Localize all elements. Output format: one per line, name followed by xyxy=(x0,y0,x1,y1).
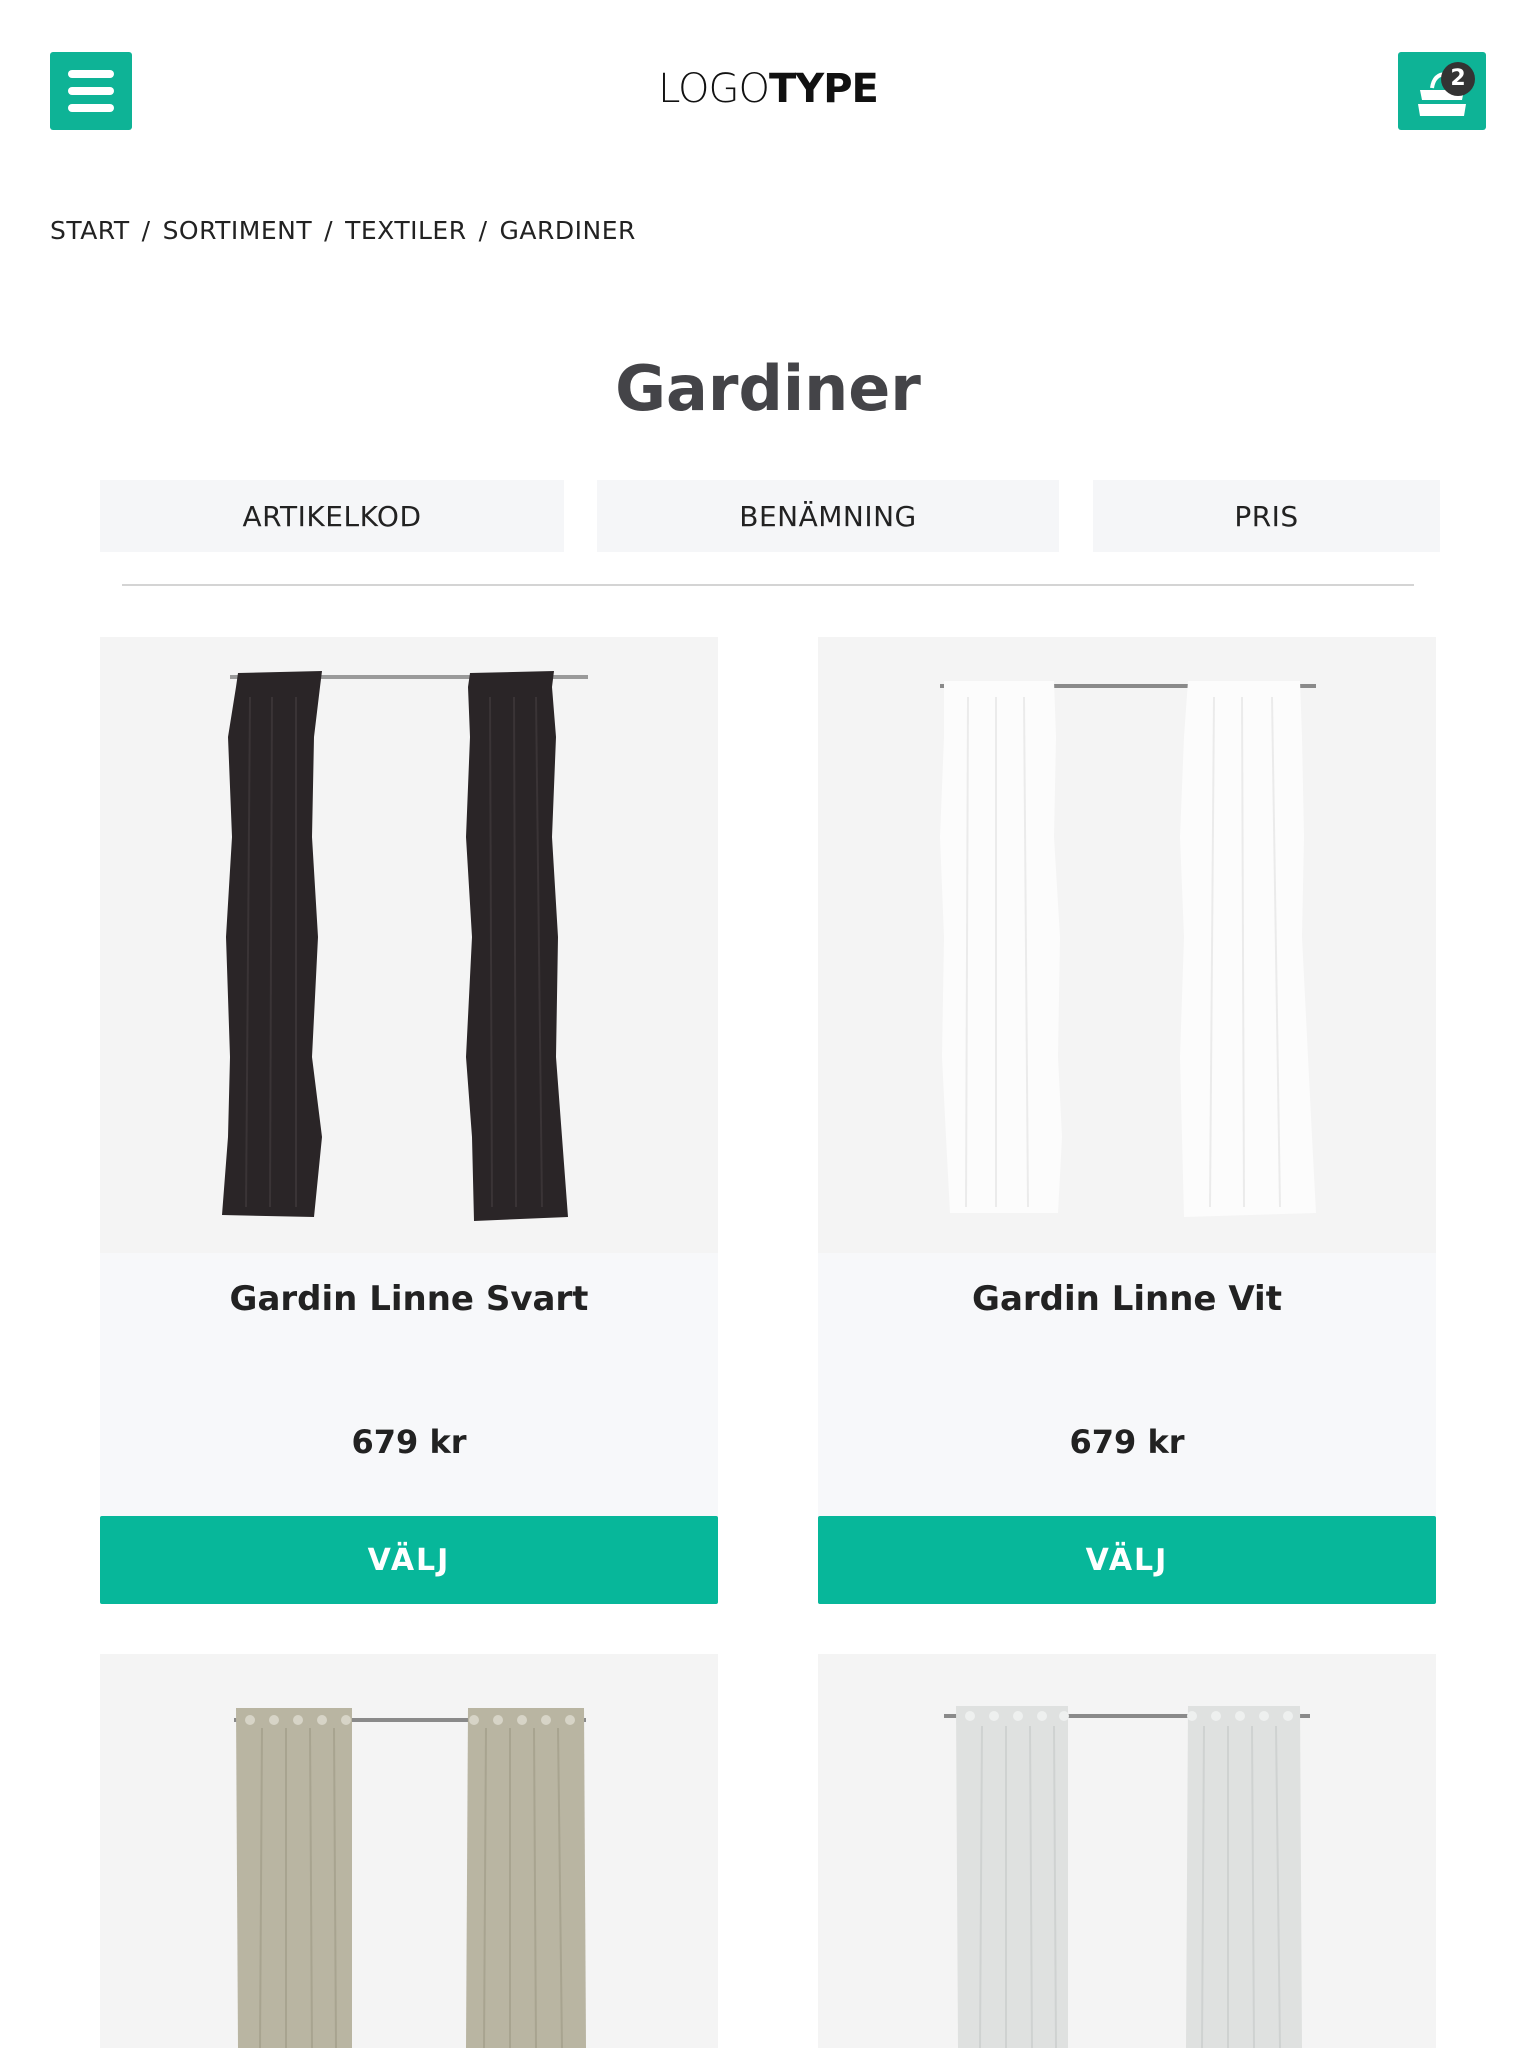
breadcrumb-textiler[interactable]: TEXTILER xyxy=(345,216,467,245)
logo-text-light: LOGO xyxy=(658,66,770,112)
logo-text-bold: TYPE xyxy=(768,66,879,112)
breadcrumb-start[interactable]: START xyxy=(50,216,130,245)
product-image-beige-eyelet-curtain[interactable] xyxy=(100,1654,718,2048)
select-button[interactable]: VÄLJ xyxy=(100,1516,718,1604)
breadcrumb-gardiner: GARDINER xyxy=(499,216,636,245)
select-button[interactable]: VÄLJ xyxy=(818,1516,1436,1604)
cart-count-badge: 2 xyxy=(1441,62,1475,96)
breadcrumb: START / SORTIMENT / TEXTILER / GARDINER xyxy=(50,216,636,245)
page-title: Gardiner xyxy=(615,352,921,425)
product-card[interactable]: Gardin Linne Vit 679 kr xyxy=(818,637,1436,1517)
product-card[interactable] xyxy=(818,1654,1436,2048)
product-image-light-grey-eyelet-curtain[interactable] xyxy=(818,1654,1436,2048)
product-image-black-linen-curtain[interactable] xyxy=(100,637,718,1253)
breadcrumb-separator: / xyxy=(478,216,488,245)
product-card[interactable] xyxy=(100,1654,718,2048)
sort-pris-button[interactable]: PRIS xyxy=(1093,480,1440,552)
divider xyxy=(122,584,1414,586)
product-price: 679 kr xyxy=(1069,1423,1185,1461)
product-image-white-linen-curtain[interactable] xyxy=(818,637,1436,1253)
breadcrumb-separator: / xyxy=(141,216,151,245)
product-name[interactable]: Gardin Linne Vit xyxy=(818,1279,1436,1319)
product-name[interactable]: Gardin Linne Svart xyxy=(100,1279,718,1319)
breadcrumb-sortiment[interactable]: SORTIMENT xyxy=(163,216,313,245)
sort-benamning-button[interactable]: BENÄMNING xyxy=(597,480,1059,552)
logo[interactable]: LOGOTYPE xyxy=(0,66,1536,112)
breadcrumb-separator: / xyxy=(324,216,334,245)
product-price: 679 kr xyxy=(351,1423,467,1461)
product-card[interactable]: Gardin Linne Svart 679 kr xyxy=(100,637,718,1517)
cart-button[interactable]: 2 xyxy=(1398,52,1486,130)
sort-artikelkod-button[interactable]: ARTIKELKOD xyxy=(100,480,564,552)
site-header: LOGOTYPE 2 xyxy=(0,0,1536,180)
